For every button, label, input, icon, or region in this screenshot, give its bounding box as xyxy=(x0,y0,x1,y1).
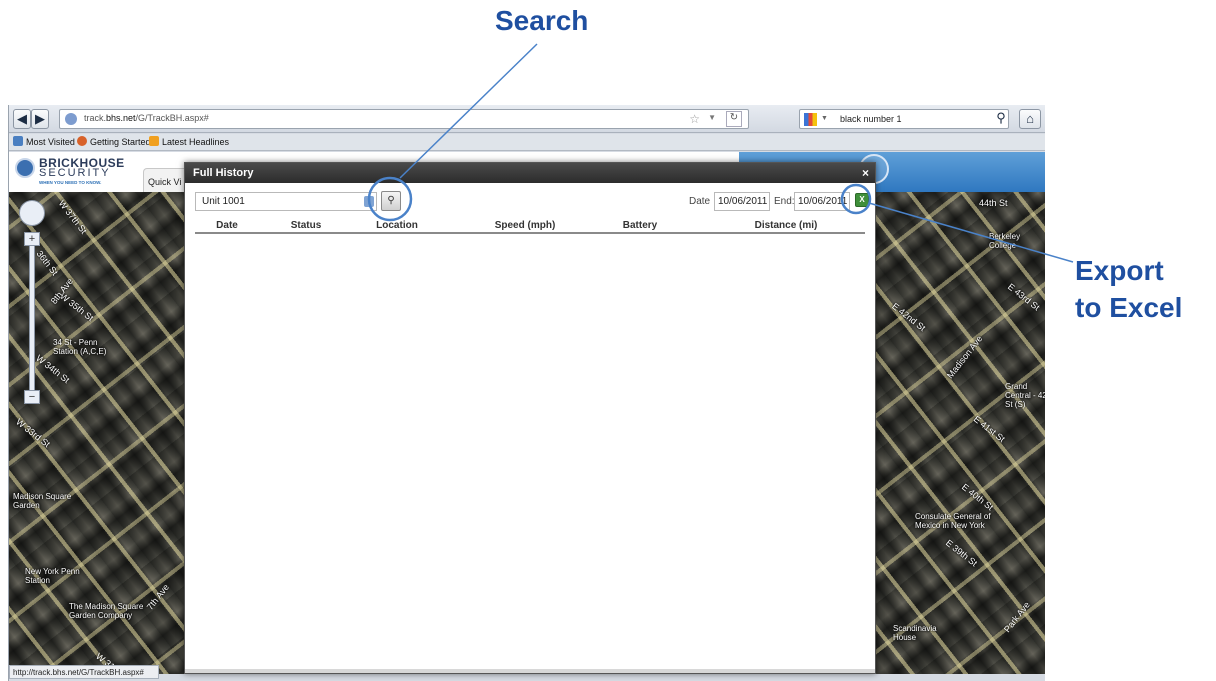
full-history-dialog: Full History × Unit 1001 ⚲ Date 10/06/20… xyxy=(184,162,876,674)
bookmark-latest-headlines[interactable]: Latest Headlines xyxy=(149,136,229,147)
status-url-text: http://track.bhs.net/G/TrackBH.aspx# xyxy=(13,668,144,677)
magnifier-icon[interactable]: ⚲ xyxy=(993,109,1009,129)
search-annotation: Search xyxy=(495,5,589,36)
map-label: E 43rd St xyxy=(1005,281,1042,313)
home-icon[interactable]: ⌂ xyxy=(1019,109,1041,129)
dialog-title: Full History xyxy=(193,167,254,179)
start-date-input[interactable]: 10/06/2011 xyxy=(714,192,770,211)
browser-status-bar: http://track.bhs.net/G/TrackBH.aspx# xyxy=(9,665,159,679)
dialog-footer xyxy=(185,669,875,673)
back-arrow-icon[interactable]: ◀ xyxy=(13,109,31,129)
end-date-label: End: xyxy=(774,196,795,207)
pan-control-icon[interactable] xyxy=(19,200,45,226)
most-visited-icon xyxy=(13,136,23,146)
screenshot-root: Search Export to Excel ◀ ▶ track.bhs.net… xyxy=(0,0,1216,681)
logo-sub-text: SECURITY xyxy=(39,167,111,179)
map-label: Berkeley College xyxy=(989,232,1021,250)
unit-select[interactable]: Unit 1001 xyxy=(195,192,377,211)
site-shield-icon xyxy=(65,113,77,125)
map-zoom-control: + − xyxy=(19,200,45,420)
map-label: E 40th St xyxy=(959,481,996,513)
map-label: W 33rd St xyxy=(14,416,52,450)
map-label: 44th St xyxy=(979,198,1008,208)
column-header-date[interactable]: Date xyxy=(207,220,247,231)
bookmark-most-visited[interactable]: Most Visited xyxy=(13,136,75,147)
chevron-down-icon[interactable] xyxy=(364,196,374,207)
column-header-battery[interactable]: Battery xyxy=(615,220,665,231)
zoom-in-icon[interactable]: + xyxy=(24,232,40,246)
search-button[interactable]: ⚲ xyxy=(381,191,401,211)
search-engine-icon xyxy=(804,113,817,126)
map-label: New York Penn Station xyxy=(25,567,80,585)
bookmark-label: Getting Started xyxy=(90,137,151,147)
map-label: The Madison Square Garden Company xyxy=(69,602,144,620)
bookmark-label: Most Visited xyxy=(26,137,75,147)
end-date-input[interactable]: 10/06/2011 xyxy=(794,192,850,211)
zoom-slider[interactable] xyxy=(29,236,35,396)
map-label: W 37th St xyxy=(56,198,89,236)
unit-select-value: Unit 1001 xyxy=(202,196,245,207)
map-label: E 39th St xyxy=(943,537,980,569)
zoom-out-icon[interactable]: − xyxy=(24,390,40,404)
map-label: Madison Square Garden xyxy=(13,492,72,510)
column-header-speed[interactable]: Speed (mph) xyxy=(485,220,565,231)
search-engine-text: black number 1 xyxy=(840,114,902,124)
map-label: 34 St - Penn Station (A,C,E) xyxy=(53,338,107,356)
firefox-icon xyxy=(77,136,87,146)
bookmarks-toolbar: Most Visited Getting Started Latest Head… xyxy=(9,134,1045,151)
tab-quick-view[interactable]: Quick Vi xyxy=(143,168,189,192)
browser-window: ◀ ▶ track.bhs.net/G/TrackBH.aspx# ☆ ▼ ↻ … xyxy=(8,105,1045,681)
logo-shield-icon xyxy=(15,158,35,178)
url-text: track.bhs.net/G/TrackBH.aspx# xyxy=(84,113,209,123)
dropdown-arrow-icon: ▼ xyxy=(821,115,828,122)
dialog-title-bar: Full History × xyxy=(185,163,875,183)
column-header-distance[interactable]: Distance (mi) xyxy=(741,220,831,231)
map-label: E 42nd St xyxy=(890,300,928,334)
search-engine-bar[interactable]: ▼ black number 1 xyxy=(799,109,1009,129)
dropdown-arrow-icon[interactable]: ▼ xyxy=(708,113,716,122)
brickhouse-logo[interactable]: BRICKHOUSE SECURITY WHEN YOU NEED TO KNO… xyxy=(13,156,124,188)
map-label: 7th Ave xyxy=(144,582,172,612)
navigation-toolbar: ◀ ▶ track.bhs.net/G/TrackBH.aspx# ☆ ▼ ↻ … xyxy=(9,105,1045,133)
search-icon: ⚲ xyxy=(387,195,395,206)
column-header-location[interactable]: Location xyxy=(367,220,427,231)
bookmark-star-icon[interactable]: ☆ xyxy=(689,112,700,126)
start-date-label: Date xyxy=(689,196,711,207)
export-annotation-line2: to Excel xyxy=(1075,292,1183,323)
map-label: Consulate General of Mexico in New York xyxy=(915,512,991,530)
close-icon[interactable]: × xyxy=(862,166,869,180)
logo-tagline: WHEN YOU NEED TO KNOW. xyxy=(39,180,102,185)
excel-icon: X xyxy=(859,195,865,204)
map-label: E 41st St xyxy=(971,413,1007,445)
history-table-header: Date Status Location Speed (mph) Battery… xyxy=(195,217,865,234)
bookmark-getting-started[interactable]: Getting Started xyxy=(77,136,151,147)
map-label: Park Ave xyxy=(1001,599,1032,635)
column-header-status[interactable]: Status xyxy=(281,220,331,231)
map-label: Madison Ave xyxy=(944,333,985,381)
bookmark-label: Latest Headlines xyxy=(162,137,230,147)
url-bar[interactable]: track.bhs.net/G/TrackBH.aspx# ☆ ▼ ↻ xyxy=(59,109,749,129)
export-annotation-line1: Export xyxy=(1075,255,1164,286)
rss-feed-icon xyxy=(149,136,159,146)
reload-icon[interactable]: ↻ xyxy=(726,111,742,127)
map-label: Grand Central - 42 St (S) xyxy=(1005,382,1045,409)
export-excel-button[interactable]: X xyxy=(855,193,869,207)
map-label: Scandinavia House xyxy=(893,624,937,642)
forward-arrow-icon[interactable]: ▶ xyxy=(31,109,49,129)
